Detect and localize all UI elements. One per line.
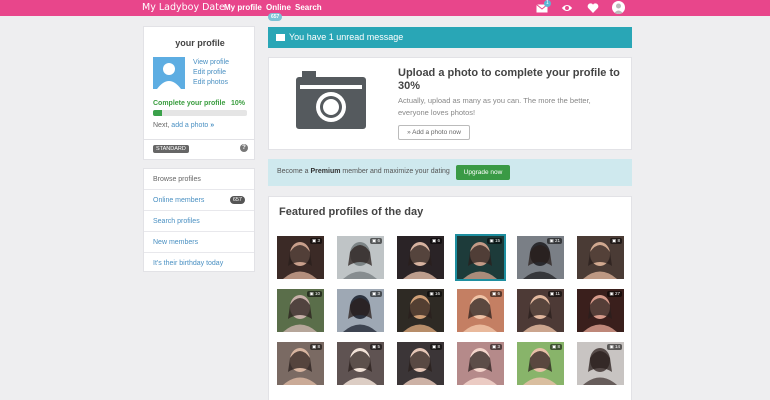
featured-profile-photo[interactable]: ▣ 8 [397, 342, 444, 385]
membership-badge: STANDARD [153, 145, 189, 153]
unread-message-alert[interactable]: You have 1 unread message [268, 27, 632, 48]
photo-count-badge: ▣ 21 [547, 238, 562, 244]
featured-profile-photo[interactable]: ▣ 8 [277, 342, 324, 385]
featured-profile-photo[interactable]: ▣ 11 [517, 289, 564, 332]
online-count-badge: 657 [268, 13, 283, 21]
featured-profile-photo[interactable]: ▣ 27 [577, 289, 624, 332]
online-members-count-badge: 657 [229, 196, 245, 204]
profile-progress-fill [153, 110, 163, 116]
photo-count-badge: ▣ 11 [547, 291, 562, 297]
photo-count-badge: ▣ 8 [309, 344, 322, 350]
nav-search[interactable]: Search [295, 3, 322, 12]
profile-progress-bar [153, 110, 247, 116]
help-icon[interactable]: ? [240, 144, 248, 152]
featured-profile-photo[interactable]: ▣ 6 [397, 236, 444, 279]
user-avatar-icon[interactable] [612, 1, 625, 14]
edit-photos-link[interactable]: Edit photos [193, 78, 229, 88]
featured-profiles-card: Featured profiles of the day ▣ 3 ▣ 6 ▣ 6 ▣ … [268, 196, 632, 400]
view-profile-link[interactable]: View profile [193, 58, 229, 68]
photo-count-badge: ▣ 10 [307, 291, 322, 297]
photo-count-badge: ▣ 8 [609, 238, 622, 244]
browse-online-members[interactable]: Online members 657 [144, 190, 254, 211]
nav-my-profile[interactable]: My profile [224, 3, 262, 12]
featured-profile-photo[interactable]: ▣ 3 [337, 289, 384, 332]
next-step-prefix: Next, [153, 122, 170, 129]
photo-count-badge: ▣ 8 [549, 344, 562, 350]
browse-new-members[interactable]: New members [144, 232, 254, 253]
featured-profile-photo[interactable]: ▣ 6 [337, 236, 384, 279]
camera-icon [296, 71, 366, 129]
featured-profile-photo[interactable]: ▣ 16 [397, 289, 444, 332]
browse-title: Browse profiles [144, 169, 254, 190]
envelope-icon [276, 34, 285, 41]
photo-count-badge: ▣ 16 [427, 291, 442, 297]
profile-card: your profile View profile Edit profile E… [143, 26, 255, 160]
double-chevron-icon[interactable]: » [210, 122, 214, 129]
photo-count-badge: ▣ 6 [489, 291, 502, 297]
profile-links: View profile Edit profile Edit photos [193, 58, 229, 88]
featured-profile-photo[interactable]: ▣ 3 [277, 236, 324, 279]
photo-count-badge: ▣ 6 [369, 238, 382, 244]
top-navbar: My Ladyboy Date My profile Online Search… [0, 0, 770, 16]
photo-count-badge: ▣ 3 [309, 238, 322, 244]
edit-profile-link[interactable]: Edit profile [193, 68, 229, 78]
featured-profile-photo[interactable]: ▣ 5 [337, 342, 384, 385]
featured-profile-photo[interactable]: ▣ 3 [457, 342, 504, 385]
featured-profile-photo[interactable]: ▣ 6 [457, 289, 504, 332]
eye-icon[interactable] [561, 2, 573, 14]
photo-count-badge: ▣ 5 [369, 344, 382, 350]
add-photo-button-label: Add a photo now [412, 129, 461, 136]
photo-count-badge: ▣ 6 [429, 238, 442, 244]
mail-count-badge: 1 [544, 0, 551, 7]
browse-birthdays[interactable]: It's their birthday today [144, 253, 254, 274]
premium-text: Become a Premium member and maximize you… [277, 168, 450, 175]
complete-percent: 10% [230, 100, 245, 107]
premium-banner: Become a Premium member and maximize you… [268, 159, 632, 186]
next-step-text: Next, add a photo » [153, 122, 214, 129]
featured-profile-photo[interactable]: ▣ 21 [517, 236, 564, 279]
photo-count-badge: ▣ 3 [489, 344, 502, 350]
divider [144, 139, 254, 140]
featured-profile-photo[interactable]: ▣ 10 [277, 289, 324, 332]
add-photo-button[interactable]: » Add a photo now [398, 125, 470, 140]
browse-card: Browse profiles Online members 657 Searc… [143, 168, 255, 272]
complete-profile-label: Complete your profile [153, 100, 226, 107]
photo-count-badge: ▣ 3 [369, 291, 382, 297]
browse-online-members-label: Online members [153, 197, 205, 204]
photo-count-badge: ▣ 15 [487, 238, 502, 244]
nav-online[interactable]: Online [266, 3, 291, 12]
premium-bold: Premium [310, 168, 341, 175]
add-photo-link[interactable]: add a photo [171, 122, 208, 129]
featured-profile-photo[interactable]: ▣ 8 [517, 342, 564, 385]
featured-profile-photo[interactable]: ▣ 14 [577, 342, 624, 385]
upload-title: Upload a photo to complete your profile … [398, 67, 620, 92]
upload-photo-card: Upload a photo to complete your profile … [268, 57, 632, 150]
brand-logo[interactable]: My Ladyboy Date [142, 2, 225, 13]
premium-prefix: Become a [277, 168, 309, 175]
heart-icon[interactable] [587, 2, 599, 14]
photo-count-badge: ▣ 14 [607, 344, 622, 350]
featured-profile-photo[interactable]: ▣ 15 [455, 234, 506, 281]
photo-count-badge: ▣ 8 [429, 344, 442, 350]
upload-description: Actually, upload as many as you can. The… [398, 96, 591, 117]
profile-card-title: your profile [175, 38, 225, 48]
browse-search-profiles[interactable]: Search profiles [144, 211, 254, 232]
featured-profile-photo[interactable]: ▣ 8 [577, 236, 624, 279]
avatar-placeholder-icon[interactable] [153, 57, 185, 89]
premium-suffix: member and maximize your dating [342, 168, 450, 175]
alert-text: You have 1 unread message [289, 32, 404, 42]
featured-title: Featured profiles of the day [279, 206, 424, 218]
photo-count-badge: ▣ 27 [607, 291, 622, 297]
upgrade-now-button[interactable]: Upgrade now [456, 165, 510, 180]
